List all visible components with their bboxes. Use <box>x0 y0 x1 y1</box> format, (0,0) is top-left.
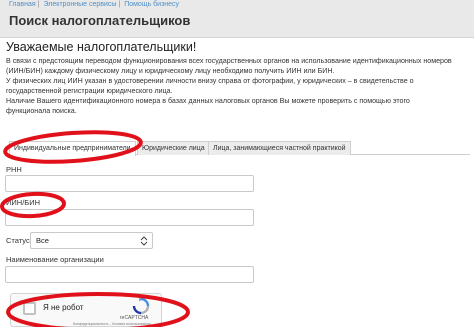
breadcrumb: Главная | Электронные сервисы | Помощь биз… <box>9 1 181 8</box>
recaptcha-checkbox[interactable] <box>23 302 36 315</box>
recaptcha-label: Я не робот <box>43 303 84 312</box>
page-header: Главная | Электронные сервисы | Помощь биз… <box>0 0 474 38</box>
tab-private-practice[interactable]: Лица, занимающиеся частной практикой <box>208 141 351 155</box>
breadcrumb-separator: | <box>37 1 40 8</box>
select-arrows-icon <box>140 236 148 246</box>
rnn-input[interactable] <box>5 175 254 192</box>
intro-line: У физических лиц ИИН указан в удостовере… <box>6 77 414 86</box>
tab-individual-entrepreneurs[interactable]: Индивидуальные предприниматели <box>9 141 136 156</box>
recaptcha-logo-icon <box>132 297 150 315</box>
breadcrumb-eservices-link[interactable]: Электронные сервисы <box>43 1 116 8</box>
organization-name-input[interactable] <box>5 266 254 283</box>
breadcrumb-business-help-link[interactable]: Помощь бизнесу <box>124 1 179 8</box>
greeting-heading: Уважаемые налогоплательщики! <box>6 40 197 54</box>
status-select[interactable]: Все <box>30 232 153 249</box>
intro-line: функционала поиска. <box>6 107 77 116</box>
intro-line: Наличие Вашего идентификационного номера… <box>6 97 410 106</box>
recaptcha-terms: Конфиденциальность - Условия использован… <box>73 322 151 326</box>
recaptcha-widget: Я не робот reCAPTCHA Конфиденциальность … <box>10 293 162 327</box>
breadcrumb-separator: | <box>118 1 121 8</box>
status-label: Статус <box>6 236 30 245</box>
iin-bin-input[interactable] <box>5 209 254 226</box>
intro-line: (ИИН/БИН) каждому физическому лицу и юри… <box>6 67 335 76</box>
organization-name-label: Наименование организации <box>6 255 104 264</box>
recaptcha-brand: reCAPTCHA <box>120 315 149 321</box>
iin-bin-label: ИИН/БИН <box>6 198 41 207</box>
intro-line: В связи с предстоящим переводом функцион… <box>6 57 452 65</box>
breadcrumb-home-link[interactable]: Главная <box>9 1 36 8</box>
taxpayer-type-tabs: Индивидуальные предприниматели Юридическ… <box>5 140 470 156</box>
intro-line: государственной регистрации юридического… <box>6 87 173 96</box>
intro-text: В связи с предстоящим переводом функцион… <box>6 56 470 117</box>
rnn-label: РНН <box>6 165 22 174</box>
page-title: Поиск налогоплательщиков <box>9 13 191 28</box>
tab-legal-entities[interactable]: Юридические лица <box>137 141 210 155</box>
status-select-value: Все <box>36 236 49 245</box>
